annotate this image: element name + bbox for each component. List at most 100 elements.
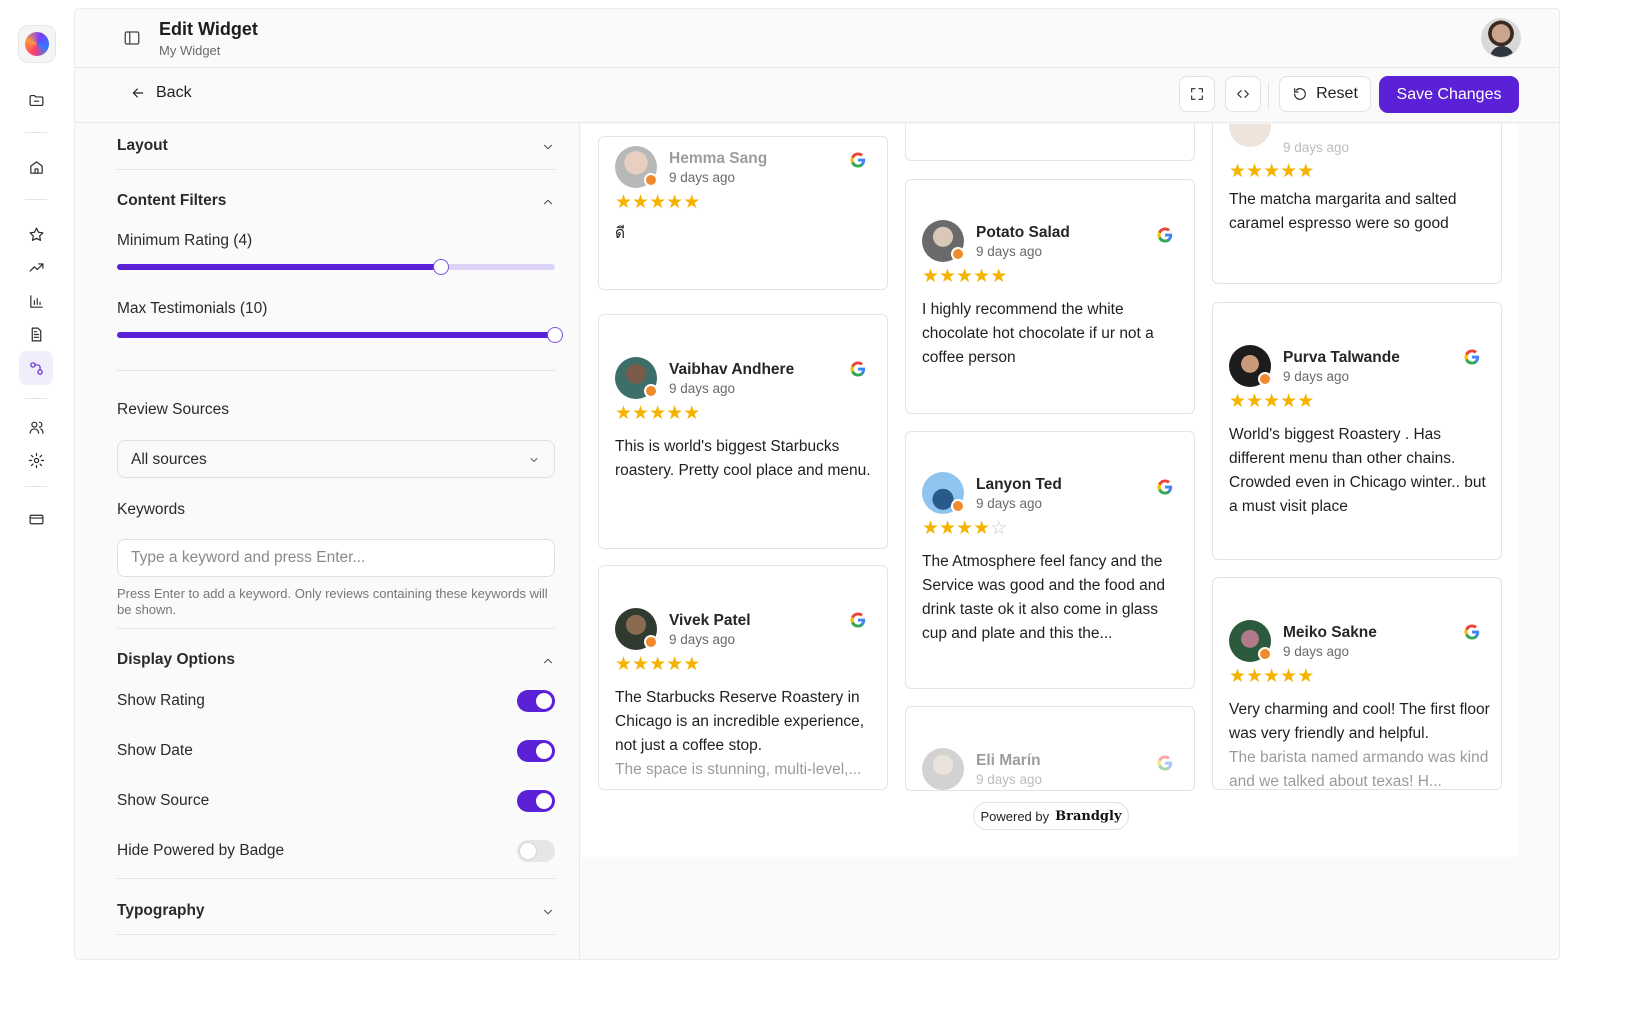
users-icon[interactable]: [24, 415, 48, 439]
slider-fill: [117, 332, 555, 338]
star-filled-icon: ★: [1280, 161, 1298, 182]
home-icon[interactable]: [24, 155, 48, 179]
review-card[interactable]: Eli Marín 9 days ago: [905, 706, 1195, 791]
review-date: 9 days ago: [976, 772, 1043, 787]
review-card[interactable]: Vaibhav Andhere 9 days ago ★★★★★ This is…: [598, 314, 888, 549]
document-icon[interactable]: [24, 322, 48, 346]
star-filled-icon: ★: [1229, 391, 1247, 412]
star-filled-icon: ★: [939, 518, 957, 539]
min-rating-slider[interactable]: [117, 259, 555, 275]
star-filled-icon: ★: [1246, 161, 1264, 182]
star-filled-icon: ★: [922, 266, 940, 287]
show-date-toggle[interactable]: [517, 740, 555, 762]
badge-icon: [951, 499, 965, 513]
review-sources-select[interactable]: All sources: [117, 440, 555, 478]
credit-card-icon[interactable]: [24, 507, 48, 531]
reset-button[interactable]: Reset: [1279, 76, 1371, 112]
star-filled-icon: ★: [1297, 666, 1315, 687]
review-date: 9 days ago: [1283, 140, 1350, 155]
hide-powered-toggle[interactable]: [517, 840, 555, 862]
star-filled-icon: ★: [1246, 666, 1264, 687]
section-content-filters[interactable]: Content Filters: [117, 192, 555, 212]
avatar[interactable]: [1481, 18, 1521, 58]
review-sources-value: All sources: [131, 451, 207, 468]
star-filled-icon: ★: [1297, 391, 1315, 412]
rail-divider: [25, 199, 47, 200]
slider-handle[interactable]: [547, 327, 563, 343]
rail-divider: [25, 486, 47, 487]
star-filled-icon: ★: [922, 518, 940, 539]
action-bar: Back Reset Save Changes: [75, 68, 1559, 123]
review-card[interactable]: Hemma Sang 9 days ago ★★★★★ ดี: [598, 136, 888, 290]
sidebar-toggle-icon[interactable]: [123, 29, 141, 47]
show-source-toggle[interactable]: [517, 790, 555, 812]
code-icon: [1237, 90, 1249, 98]
code-button[interactable]: [1225, 76, 1261, 112]
section-layout[interactable]: Layout: [117, 137, 555, 157]
gear-icon[interactable]: [24, 448, 48, 472]
star-filled-icon: ★: [1297, 161, 1315, 182]
section-typography-label: Typography: [117, 902, 205, 919]
star-filled-icon: ★: [1246, 391, 1264, 412]
star-filled-icon: ★: [666, 192, 684, 213]
section-typography[interactable]: Typography: [117, 902, 555, 922]
app-logo[interactable]: [18, 25, 56, 63]
rating-stars: ★★★★★: [615, 653, 700, 676]
review-card[interactable]: Potato Salad 9 days ago ★★★★★ I highly r…: [905, 179, 1195, 414]
integrations-icon[interactable]: [19, 351, 53, 385]
keywords-input[interactable]: [117, 539, 555, 577]
fullscreen-button[interactable]: [1179, 76, 1215, 112]
star-icon[interactable]: [24, 222, 48, 246]
review-card[interactable]: 9 days ago ★★★★★ The matcha margarita an…: [1212, 124, 1502, 284]
divider: [117, 370, 555, 371]
rating-stars: ★★★★★: [922, 265, 1007, 288]
review-text: The Starbucks Reserve Roastery in Chicag…: [615, 689, 865, 754]
save-button[interactable]: Save Changes: [1379, 76, 1519, 113]
section-layout-label: Layout: [117, 137, 168, 154]
review-card[interactable]: Vivek Patel 9 days ago ★★★★★ The Starbuc…: [598, 565, 888, 790]
bar-chart-icon[interactable]: [24, 289, 48, 313]
star-filled-icon: ★: [1263, 391, 1281, 412]
max-testimonials-slider[interactable]: [117, 327, 563, 343]
folder-icon[interactable]: [24, 88, 48, 112]
rating-stars: ★★★★★: [1229, 390, 1314, 413]
star-filled-icon: ★: [615, 654, 633, 675]
keywords-hint: Press Enter to add a keyword. Only revie…: [117, 586, 548, 617]
rating-stars: ★★★★★: [615, 191, 700, 214]
fullscreen-icon: [1191, 88, 1203, 100]
google-icon: [850, 152, 866, 168]
keywords-label: Keywords: [117, 501, 186, 518]
star-filled-icon: ★: [1280, 391, 1298, 412]
divider: [117, 169, 555, 170]
star-filled-icon: ★: [632, 192, 650, 213]
google-icon: [1157, 755, 1173, 771]
top-bar: Edit Widget My Widget: [75, 9, 1559, 68]
reviewer-name: Hemma Sang: [669, 150, 768, 167]
star-filled-icon: ★: [1280, 666, 1298, 687]
powered-by-badge[interactable]: Powered by Brandgly: [973, 802, 1129, 830]
reviewer-name: Potato Salad: [976, 224, 1070, 241]
section-display-options[interactable]: Display Options: [117, 651, 555, 671]
star-filled-icon: ★: [973, 518, 991, 539]
review-card[interactable]: Purva Talwande 9 days ago ★★★★★ World's …: [1212, 302, 1502, 560]
slider-handle[interactable]: [433, 259, 450, 275]
toggle-knob: [536, 793, 552, 809]
review-text: Very charming and cool! The first floor …: [1229, 701, 1490, 742]
review-text-fade: The space is stunning, multi-level,...: [615, 761, 862, 778]
show-date-label: Show Date: [117, 742, 193, 759]
trending-icon[interactable]: [24, 255, 48, 279]
review-card[interactable]: Lanyon Ted 9 days ago ★★★★☆ The Atmosphe…: [905, 431, 1195, 689]
review-card-partial[interactable]: [905, 124, 1195, 161]
review-card[interactable]: Meiko Sakne 9 days ago ★★★★★ Very charmi…: [1212, 577, 1502, 790]
star-filled-icon: ★: [666, 654, 684, 675]
badge-icon: [1258, 647, 1272, 661]
star-filled-icon: ★: [956, 518, 974, 539]
reviewer-name: Eli Marín: [976, 752, 1041, 769]
page-subtitle: My Widget: [159, 43, 221, 58]
back-button[interactable]: Back: [130, 84, 192, 102]
google-icon: [1464, 624, 1480, 640]
divider: [117, 934, 555, 935]
chevron-down-icon: [543, 144, 553, 150]
show-rating-toggle[interactable]: [517, 690, 555, 712]
toggle-knob: [536, 743, 552, 759]
